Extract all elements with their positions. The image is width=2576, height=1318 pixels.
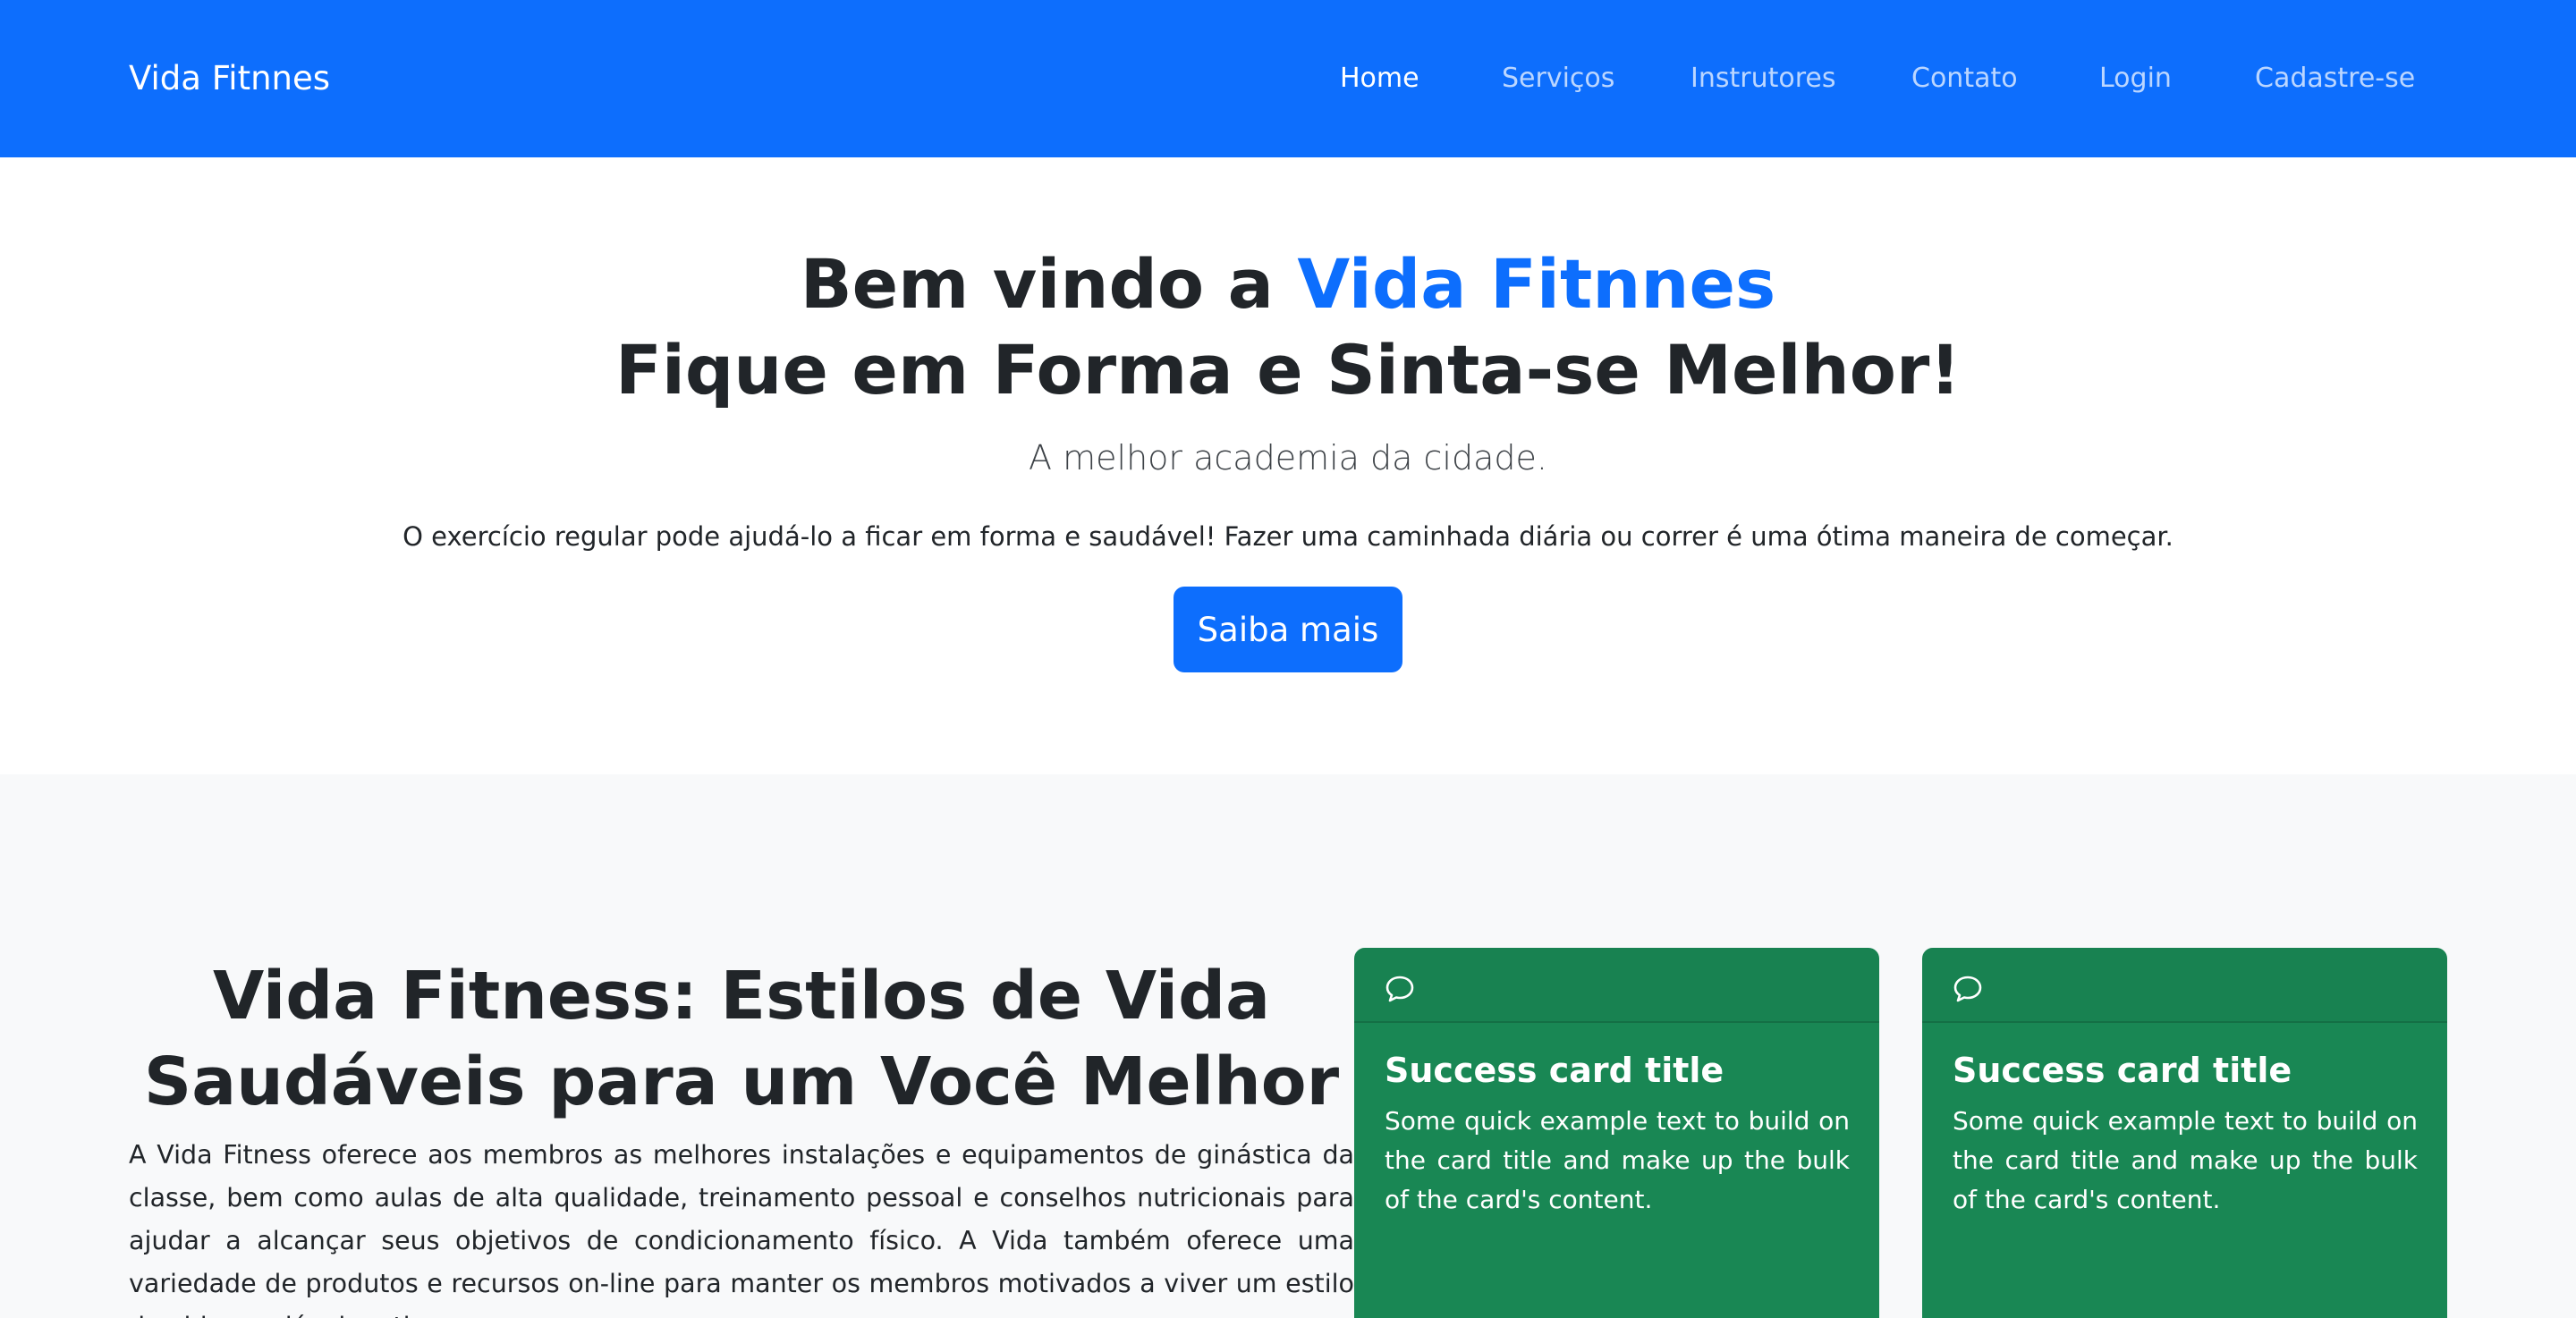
hero-section: Bem vindo a Vida Fitnnes Fique em Forma … xyxy=(0,157,2576,774)
nav-link-servicos[interactable]: Serviços xyxy=(1502,59,1614,98)
features-section: Vida Fitness: Estilos de Vida Saudáveis … xyxy=(0,774,2576,1318)
card-header xyxy=(1922,948,2447,1023)
nav-link-login[interactable]: Login xyxy=(2099,59,2172,98)
chat-icon xyxy=(1953,976,1982,1002)
features-title: Vida Fitness: Estilos de Vida Saudáveis … xyxy=(143,958,1340,1120)
nav-link-cadastre-se[interactable]: Cadastre-se xyxy=(2255,59,2415,98)
success-card-2: Success card title Some quick example te… xyxy=(1922,948,2447,1318)
hero-text: O exercício regular pode ajudá-lo a fica… xyxy=(402,521,2174,552)
card-header xyxy=(1354,948,1879,1023)
nav-link-instrutores[interactable]: Instrutores xyxy=(1690,59,1835,98)
hero-subtitle: Fique em Forma e Sinta-se Melhor! xyxy=(614,330,1962,410)
saiba-mais-button[interactable]: Saiba mais xyxy=(1174,587,1402,672)
hero-title-prefix: Bem vindo a xyxy=(800,244,1298,324)
success-card-1: Success card title Some quick example te… xyxy=(1354,948,1879,1318)
chat-icon xyxy=(1385,976,1414,1002)
card-title: Success card title xyxy=(1953,1051,2292,1090)
card-title: Success card title xyxy=(1385,1051,1724,1090)
nav-link-home[interactable]: Home xyxy=(1340,59,1419,98)
card-text: Some quick example text to build on the … xyxy=(1385,1106,1850,1214)
features-text: A Vida Fitness oferece aos membros as me… xyxy=(129,1140,1354,1318)
nav-link-contato[interactable]: Contato xyxy=(1911,59,2018,98)
hero-title-brand: Vida Fitnnes xyxy=(1297,244,1776,324)
hero-title: Bem vindo a Vida Fitnnes xyxy=(0,241,2576,327)
hero-lead: A melhor academia da cidade. xyxy=(1029,438,1547,477)
navbar: Vida Fitnnes Home Serviços Instrutores C… xyxy=(0,0,2576,157)
card-text: Some quick example text to build on the … xyxy=(1953,1106,2418,1214)
brand-link[interactable]: Vida Fitnnes xyxy=(129,57,330,100)
